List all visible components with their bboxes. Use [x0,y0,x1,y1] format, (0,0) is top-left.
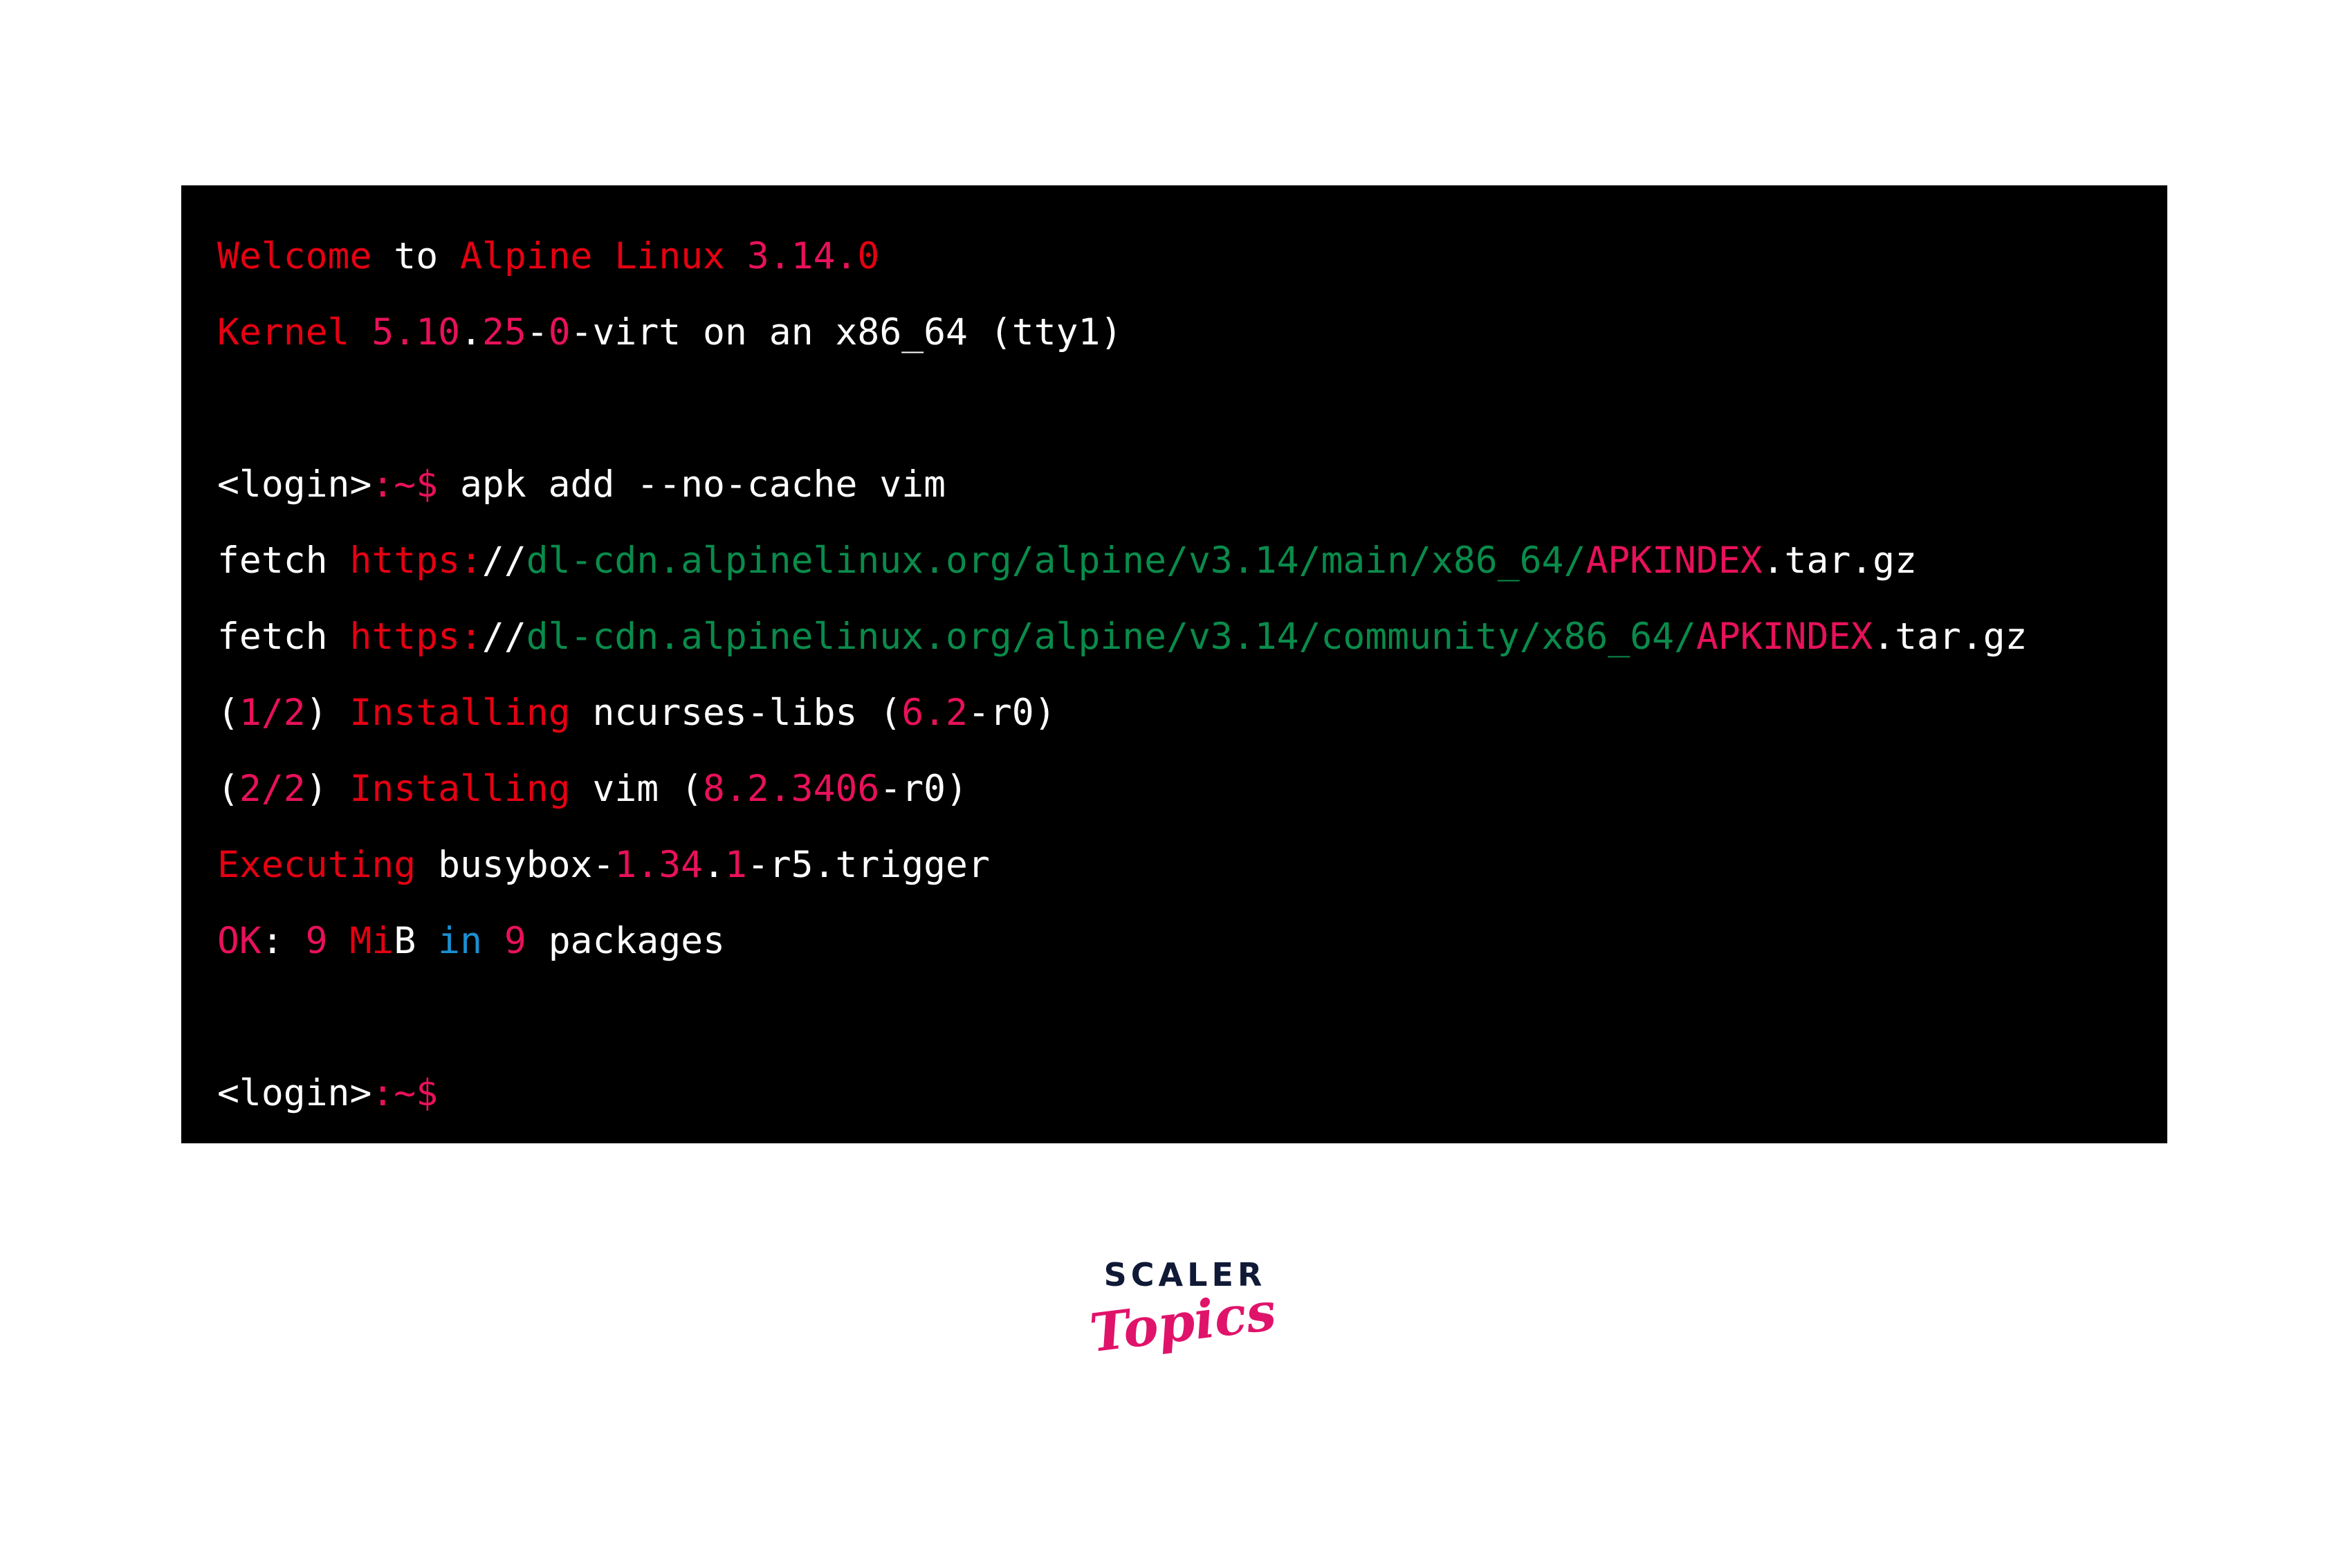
terminal-segment: Installing [349,692,593,734]
terminal-segment: Executing [217,844,439,886]
terminal-segment: . [835,235,858,277]
terminal-segment: // [481,539,526,582]
terminal-segment: <login> [217,1072,372,1114]
terminal-segment: Welcome [217,235,372,277]
terminal-segment: 3.14 [746,235,836,277]
terminal-segment: -r0) [967,692,1056,734]
terminal-line-welcome: Welcome to Alpine Linux 3.14.0 [217,219,2167,295]
terminal-segment: .tar.gz [1873,616,2028,658]
terminal-segment [416,920,438,962]
terminal-segment [217,387,239,430]
terminal-segment: ( [217,692,239,734]
terminal-segment: fetch [217,539,350,582]
terminal-segment: <login> [217,463,372,506]
terminal-segment: packages [526,920,726,962]
terminal-line-kernel: Kernel 5.10.25-0-virt on an x86_64 (tty1… [217,295,2167,371]
terminal-segment: https: [349,616,482,658]
terminal-line-fetch-community: fetch https://dl-cdn.alpinelinux.org/alp… [217,599,2167,675]
terminal-line-install-vim: (2/2) Installing vim (8.2.3406-r0) [217,751,2167,827]
terminal-segment: Kernel [217,311,372,353]
terminal-segment: .tar.gz [1762,539,1918,582]
terminal-segment: 0 [857,235,880,277]
terminal-line-prompt-final: <login>:~$ [217,1055,2167,1132]
terminal-line-install-ncurses: (1/2) Installing ncurses-libs (6.2-r0) [217,675,2167,751]
terminal-segment: ( [217,768,239,810]
terminal-segment: 25 [481,311,526,353]
terminal-line-ok-summary: OK: 9 MiB in 9 packages [217,903,2167,979]
terminal-line-blank-1 [217,371,2167,447]
terminal-segment: Alpine Linux [460,235,747,277]
terminal-segment: 9 [504,920,526,962]
terminal-window[interactable]: Welcome to Alpine Linux 3.14.0 Kernel 5.1… [181,185,2167,1143]
terminal-segment: // [481,616,526,658]
terminal-segment: 2/2 [239,768,306,810]
terminal-segment: Installing [349,768,593,810]
terminal-segment [217,996,239,1038]
terminal-segment: :~$ [371,1072,439,1114]
terminal-line-executing-trigger: Executing busybox-1.34.1-r5.trigger [217,827,2167,903]
terminal-segment: ) [305,692,350,734]
terminal-output: Welcome to Alpine Linux 3.14.0 Kernel 5.1… [217,219,2167,1132]
terminal-segment: dl-cdn.alpinelinux.org/alpine/v3.14/comm… [526,616,1696,658]
logo-script-topics: Topics [1086,1280,1280,1365]
terminal-segment: 5.10 [371,311,461,353]
terminal-segment: fetch [217,616,350,658]
terminal-line-fetch-main: fetch https://dl-cdn.alpinelinux.org/alp… [217,523,2167,599]
terminal-line-prompt-command: <login>:~$ apk add --no-cache vim [217,447,2167,523]
terminal-segment: 8.2.3406 [703,768,880,810]
terminal-segment: 0 [548,311,571,353]
terminal-segment: ) [305,768,350,810]
terminal-segment [328,920,350,962]
terminal-line-blank-2 [217,979,2167,1055]
terminal-segment: OK [217,920,261,962]
terminal-segment: to [371,235,461,277]
terminal-segment: -r0) [879,768,968,810]
terminal-segment: vim ( [592,768,704,810]
terminal-segment: . [703,844,725,886]
terminal-segment: 9 [305,920,328,962]
terminal-segment: in [438,920,482,962]
terminal-segment: -virt on an x86_64 (tty1) [570,311,1123,353]
terminal-segment: : [261,920,306,962]
terminal-segment: 1/2 [239,692,306,734]
terminal-segment: Mi [349,920,394,962]
terminal-segment: APKINDEX [1586,539,1763,582]
scaler-topics-logo: SCALER Topics [1065,1259,1301,1364]
terminal-segment [482,920,504,962]
terminal-segment: busybox- [438,844,615,886]
terminal-segment: :~$ [371,463,439,506]
terminal-segment: ncurses-libs ( [592,692,902,734]
terminal-segment: - [526,311,549,353]
terminal-segment: 1.34 [614,844,704,886]
terminal-segment: -r5.trigger [746,844,990,886]
terminal-segment: 6.2 [901,692,968,734]
terminal-segment: . [460,311,482,353]
terminal-segment: https: [349,539,482,582]
terminal-segment: 1 [724,844,747,886]
terminal-segment: dl-cdn.alpinelinux.org/alpine/v3.14/main… [526,539,1586,582]
terminal-segment: APKINDEX [1696,616,1873,658]
terminal-segment: apk add --no-cache vim [438,463,946,506]
terminal-segment: B [394,920,416,962]
